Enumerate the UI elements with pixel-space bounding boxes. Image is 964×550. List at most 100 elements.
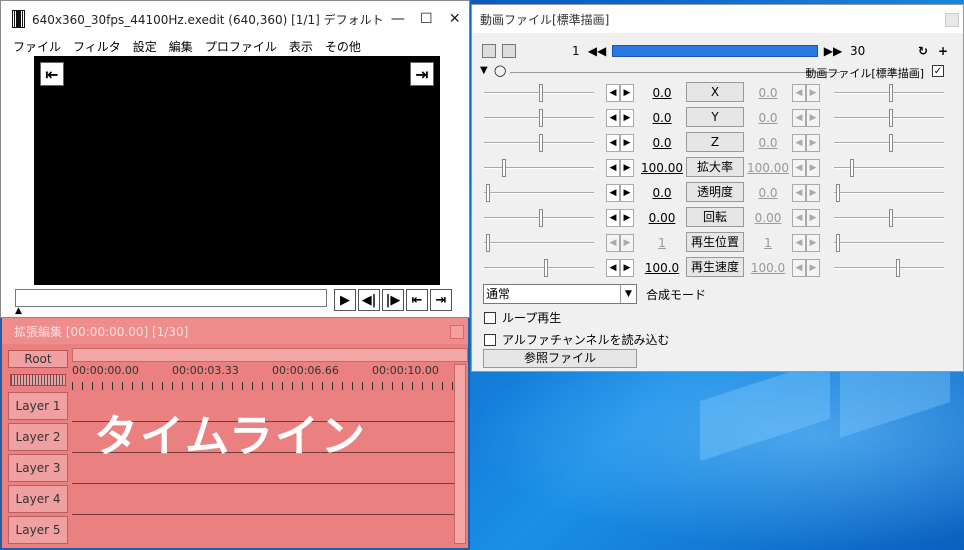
decrement-icon[interactable]: ◀ xyxy=(606,134,620,152)
slider-thumb[interactable] xyxy=(539,84,543,102)
param-name-button[interactable]: Z xyxy=(686,132,744,152)
slider-thumb[interactable] xyxy=(539,109,543,127)
layer-header[interactable]: Layer 5 xyxy=(8,516,68,544)
param-start-value[interactable]: 100.0 xyxy=(640,261,684,275)
decrement-icon[interactable]: ◀ xyxy=(606,259,620,277)
decrement-icon[interactable]: ◀ xyxy=(606,109,620,127)
decrement-icon[interactable]: ◀ xyxy=(606,84,620,102)
param-name-button[interactable]: 再生位置 xyxy=(686,232,744,252)
play-button[interactable]: ▶ xyxy=(334,289,356,311)
object-enable-checkbox[interactable]: ✓ xyxy=(932,65,944,77)
menu-profile[interactable]: プロファイル xyxy=(199,38,283,55)
alpha-option[interactable]: アルファチャンネルを読み込む xyxy=(484,331,670,348)
param-name-button[interactable]: X xyxy=(686,82,744,102)
slider-left[interactable] xyxy=(484,184,594,202)
add-filter-icon[interactable]: + xyxy=(934,42,952,60)
jump-start-button[interactable]: ⇤ xyxy=(406,289,428,311)
param-name-button[interactable]: 回転 xyxy=(686,207,744,227)
menu-other[interactable]: その他 xyxy=(319,38,367,55)
param-end-value[interactable]: 100.0 xyxy=(746,261,790,275)
param-start-value[interactable]: 0.00 xyxy=(640,211,684,225)
slider-thumb[interactable] xyxy=(889,134,893,152)
slider-thumb[interactable] xyxy=(889,109,893,127)
increment-icon[interactable]: ▶ xyxy=(806,109,820,127)
param-end-value[interactable]: 0.0 xyxy=(746,111,790,125)
decrement-icon[interactable]: ◀ xyxy=(606,234,620,252)
decrement-icon[interactable]: ◀ xyxy=(792,159,806,177)
slider-right[interactable] xyxy=(834,159,944,177)
slider-thumb[interactable] xyxy=(502,159,506,177)
increment-icon[interactable]: ▶ xyxy=(620,209,634,227)
zoom-grip-icon[interactable] xyxy=(10,374,66,386)
collapse-icon[interactable]: ▼ xyxy=(480,65,488,76)
menu-settings[interactable]: 設定 xyxy=(127,38,163,55)
horizontal-scrollbar[interactable] xyxy=(72,348,468,362)
filter-icon[interactable] xyxy=(502,44,516,58)
decrement-icon[interactable]: ◀ xyxy=(606,184,620,202)
slider-thumb[interactable] xyxy=(836,234,840,252)
increment-icon[interactable]: ▶ xyxy=(806,184,820,202)
increment-icon[interactable]: ▶ xyxy=(620,259,634,277)
seek-bar[interactable] xyxy=(15,289,327,307)
increment-icon[interactable]: ▶ xyxy=(806,84,820,102)
param-end-value[interactable]: 100.00 xyxy=(746,161,790,175)
slider-thumb[interactable] xyxy=(539,134,543,152)
slider-right[interactable] xyxy=(834,259,944,277)
layer-header[interactable]: Layer 3 xyxy=(8,454,68,482)
param-name-button[interactable]: 透明度 xyxy=(686,182,744,202)
slider-left[interactable] xyxy=(484,209,594,227)
slider-thumb[interactable] xyxy=(896,259,900,277)
maximize-button[interactable]: ☐ xyxy=(412,1,440,37)
increment-icon[interactable]: ▶ xyxy=(620,234,634,252)
slider-thumb[interactable] xyxy=(486,234,490,252)
increment-icon[interactable]: ▶ xyxy=(806,159,820,177)
slider-left[interactable] xyxy=(484,84,594,102)
slider-right[interactable] xyxy=(834,109,944,127)
go-start-icon[interactable]: ⇤ xyxy=(40,62,64,86)
menu-edit[interactable]: 編集 xyxy=(163,38,199,55)
slider-right[interactable] xyxy=(834,184,944,202)
time-ruler[interactable]: 00:00:00.00 00:00:03.33 00:00:06.66 00:0… xyxy=(72,362,456,390)
increment-icon[interactable]: ▶ xyxy=(620,134,634,152)
slider-left[interactable] xyxy=(484,109,594,127)
vertical-scrollbar[interactable] xyxy=(454,364,466,544)
prev-frame-button[interactable]: ◀| xyxy=(358,289,380,311)
param-name-button[interactable]: 再生速度 xyxy=(686,257,744,277)
slider-thumb[interactable] xyxy=(486,184,490,202)
close-button[interactable]: ✕ xyxy=(441,1,469,37)
param-end-value[interactable]: 1 xyxy=(746,236,790,250)
param-end-value[interactable]: 0.00 xyxy=(746,211,790,225)
slider-thumb[interactable] xyxy=(539,209,543,227)
param-start-value[interactable]: 0.0 xyxy=(640,136,684,150)
decrement-icon[interactable]: ◀ xyxy=(792,84,806,102)
param-start-value[interactable]: 100.00 xyxy=(640,161,684,175)
slider-thumb[interactable] xyxy=(850,159,854,177)
menu-file[interactable]: ファイル xyxy=(7,38,67,55)
decrement-icon[interactable]: ◀ xyxy=(792,109,806,127)
root-button[interactable]: Root xyxy=(8,350,68,368)
frame-next-icon[interactable]: ▶▶ xyxy=(824,42,842,60)
decrement-icon[interactable]: ◀ xyxy=(792,234,806,252)
increment-icon[interactable]: ▶ xyxy=(806,209,820,227)
increment-icon[interactable]: ▶ xyxy=(620,184,634,202)
decrement-icon[interactable]: ◀ xyxy=(792,134,806,152)
slider-thumb[interactable] xyxy=(889,209,893,227)
decrement-icon[interactable]: ◀ xyxy=(606,209,620,227)
image-icon[interactable] xyxy=(482,44,496,58)
increment-icon[interactable]: ▶ xyxy=(620,109,634,127)
loop-checkbox[interactable] xyxy=(484,311,496,324)
slider-right[interactable] xyxy=(834,234,944,252)
layer-header[interactable]: Layer 2 xyxy=(8,423,68,451)
jump-end-button[interactable]: ⇥ xyxy=(430,289,452,311)
increment-icon[interactable]: ▶ xyxy=(806,259,820,277)
param-end-value[interactable]: 0.0 xyxy=(746,186,790,200)
increment-icon[interactable]: ▶ xyxy=(806,134,820,152)
param-start-value[interactable]: 1 xyxy=(640,236,684,250)
decrement-icon[interactable]: ◀ xyxy=(792,209,806,227)
slider-right[interactable] xyxy=(834,134,944,152)
slider-left[interactable] xyxy=(484,159,594,177)
layer-header[interactable]: Layer 1 xyxy=(8,392,68,420)
slider-left[interactable] xyxy=(484,259,594,277)
dropdown-arrow-icon[interactable]: ▼ xyxy=(620,285,636,303)
next-frame-button[interactable]: |▶ xyxy=(382,289,404,311)
